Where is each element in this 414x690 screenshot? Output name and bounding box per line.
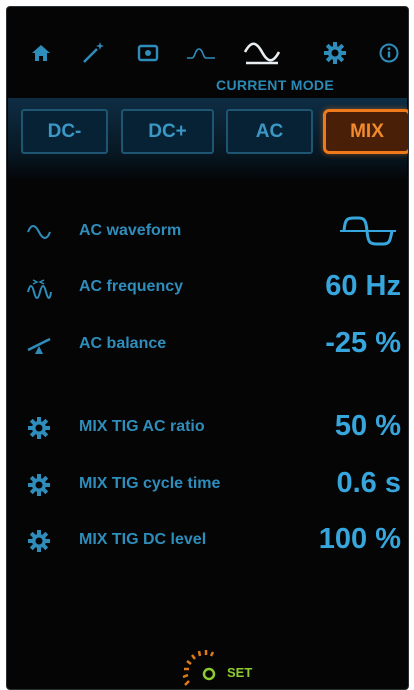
param-value: 50 % — [334, 410, 401, 442]
param-value: 0.6 s — [336, 467, 402, 499]
param-row-ac-balance[interactable]: AC balance -25 % — [7, 325, 406, 365]
pulse-curve-icon[interactable] — [185, 35, 217, 71]
param-label: AC frequency — [79, 278, 184, 295]
param-row-ac-frequency[interactable]: AC frequency 60 Hz — [7, 268, 406, 308]
set-label: SET — [227, 665, 253, 680]
param-label: MIX TIG cycle time — [79, 475, 221, 492]
mode-selector: DC- DC+ AC MIX — [8, 98, 408, 178]
mode-button-ac[interactable]: AC — [226, 109, 313, 154]
mode-button-dc-minus[interactable]: DC- — [21, 109, 108, 154]
param-value: 100 % — [318, 523, 401, 555]
device-screen: CURRENT MODE DC- DC+ AC MIX AC waveform … — [6, 6, 409, 690]
param-row-ac-waveform[interactable]: AC waveform — [7, 212, 406, 252]
mode-button-mix[interactable]: MIX — [323, 109, 408, 154]
param-label: MIX TIG AC ratio — [79, 418, 205, 435]
top-nav — [25, 35, 408, 71]
gear-icon — [24, 469, 54, 501]
param-label: MIX TIG DC level — [79, 531, 207, 548]
magic-wand-icon[interactable] — [77, 35, 109, 71]
home-icon[interactable] — [25, 35, 57, 71]
param-row-mix-tig-dc-level[interactable]: MIX TIG DC level 100 % — [7, 521, 406, 561]
gear-icon — [24, 525, 54, 557]
info-icon[interactable] — [373, 35, 405, 71]
sine-wave-icon — [24, 216, 54, 248]
gear-icon — [24, 412, 54, 444]
mode-button-dc-plus[interactable]: DC+ — [121, 109, 214, 154]
param-value: -25 % — [325, 327, 401, 359]
param-label: AC balance — [79, 335, 167, 352]
gear-icon[interactable] — [319, 35, 351, 71]
square-ac-waveform-icon — [340, 212, 396, 258]
param-row-mix-tig-cycle-time[interactable]: MIX TIG cycle time 0.6 s — [7, 465, 406, 505]
current-mode-title: CURRENT MODE — [216, 77, 334, 93]
frequency-icon — [24, 272, 54, 304]
ac-wave-icon[interactable] — [243, 35, 281, 71]
balance-icon — [24, 329, 54, 361]
param-row-mix-tig-ac-ratio[interactable]: MIX TIG AC ratio 50 % — [7, 408, 406, 448]
param-label: AC waveform — [79, 222, 182, 239]
param-value: 60 Hz — [325, 270, 401, 302]
set-knob-icon[interactable] — [179, 645, 227, 689]
screen-icon[interactable] — [132, 35, 164, 71]
